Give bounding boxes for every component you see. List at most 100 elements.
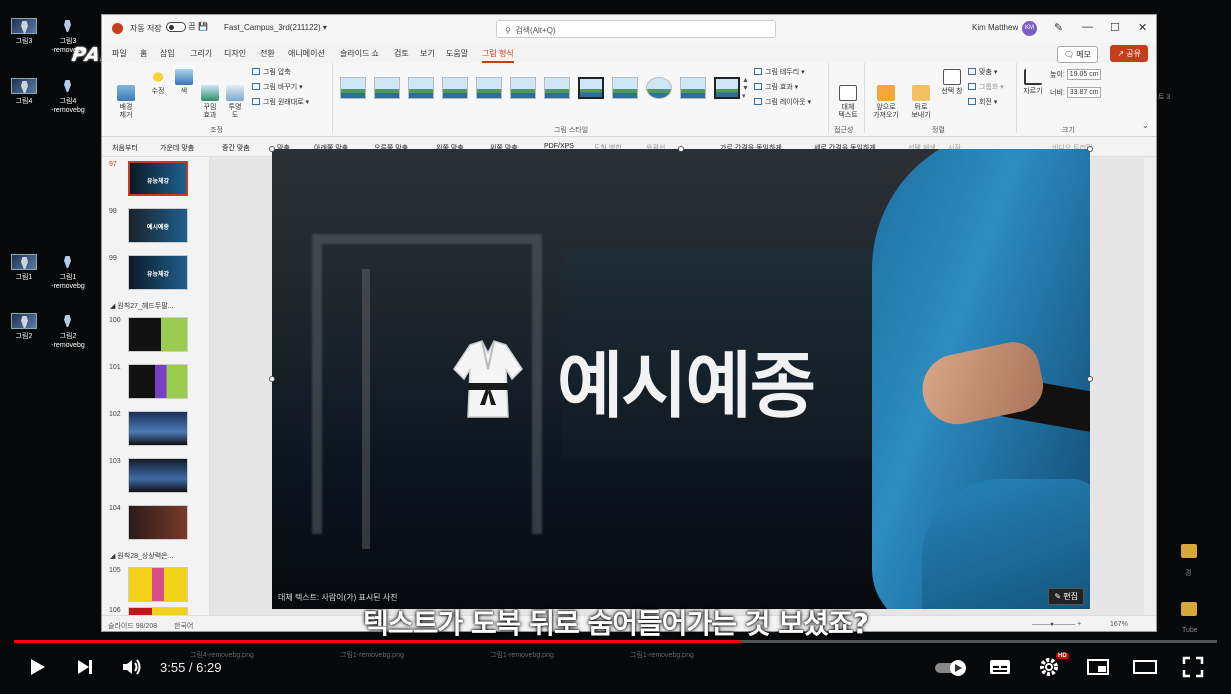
picture-border-button[interactable]: 그림 테두리 ▾	[754, 67, 805, 77]
selection-pane-button[interactable]: 선택 창	[938, 69, 966, 96]
compress-pictures-button[interactable]: 그림 압축	[252, 67, 291, 77]
resize-handle[interactable]	[1087, 146, 1093, 152]
transparency-button[interactable]: 투명 도	[224, 69, 246, 128]
slide-preview-text: 유능체강	[146, 179, 170, 185]
resize-handle[interactable]	[269, 146, 275, 152]
height-field[interactable]: 높이: 19.05 cm	[1050, 69, 1101, 80]
picture-style-option[interactable]	[442, 77, 468, 99]
share-button[interactable]: ↗ 공유	[1110, 45, 1148, 62]
slide-title-text[interactable]: 예시예종	[557, 327, 816, 432]
picture-style-option[interactable]	[612, 77, 638, 99]
search-placeholder: 검색(Alt+Q)	[515, 26, 556, 35]
current-slide[interactable]: 예시예종 대체 텍스트: 사람이(가) 표시된 사진 ✎ 편집	[272, 149, 1090, 609]
background-rack-post	[362, 269, 370, 549]
qat-align-middle[interactable]: 중간 맞춤	[222, 143, 250, 153]
width-input[interactable]: 33.87 cm	[1066, 87, 1101, 98]
close-icon[interactable]: ✕	[1138, 21, 1147, 34]
height-input[interactable]: 19.05 cm	[1066, 69, 1101, 80]
alt-text-button[interactable]: 대체 텍스트	[834, 69, 862, 128]
tab-transitions[interactable]: 전환	[260, 48, 275, 59]
picture-style-option[interactable]	[340, 77, 366, 99]
picture-style-option[interactable]	[578, 77, 604, 99]
slide-number: 99	[109, 255, 117, 262]
tab-picture-format[interactable]: 그림 형식	[482, 48, 514, 63]
width-field[interactable]: 너비: 33.87 cm	[1050, 87, 1101, 98]
corrections-button[interactable]: 수정	[146, 69, 170, 96]
qat-from-beginning[interactable]: 처음부터	[112, 143, 138, 153]
tab-slideshow[interactable]: 슬라이드 쇼	[340, 48, 379, 59]
styles-gallery-scroll-icon[interactable]: ▲ ▼ ▾	[742, 77, 749, 101]
artistic-effects-button[interactable]: 꾸밈 효과	[198, 69, 222, 128]
crop-button[interactable]: 자르기	[1020, 69, 1046, 96]
button-label: 수정	[151, 88, 165, 95]
picture-layout-button[interactable]: 그림 레이아웃 ▾	[754, 97, 811, 107]
vertical-scrollbar[interactable]	[1144, 157, 1156, 615]
theater-mode-icon[interactable]	[1132, 656, 1158, 678]
resize-handle[interactable]	[678, 146, 684, 152]
change-picture-button[interactable]: 그림 바꾸기 ▾	[252, 82, 303, 92]
group-button[interactable]: 그룹화 ▾	[968, 82, 1004, 92]
picture-style-option[interactable]	[374, 77, 400, 99]
fullscreen-icon[interactable]	[1182, 656, 1204, 678]
reset-picture-button[interactable]: 그림 원래대로 ▾	[252, 97, 309, 107]
subtitles-icon[interactable]	[988, 656, 1012, 678]
send-backward-button[interactable]: 뒤로 보내기	[906, 69, 936, 128]
next-icon[interactable]	[74, 656, 96, 678]
miniplayer-icon[interactable]	[1086, 656, 1110, 678]
play-icon[interactable]	[26, 656, 48, 678]
picture-style-option[interactable]	[714, 77, 740, 99]
tab-design[interactable]: 디자인	[224, 48, 246, 59]
document-title[interactable]: Fast_Campus_3rd(211122) ▾	[224, 23, 327, 32]
tab-insert[interactable]: 삽입	[160, 48, 175, 59]
remove-background-button[interactable]: 배경 제거	[112, 69, 140, 128]
maximize-icon[interactable]: ☐	[1110, 21, 1120, 34]
autosave-toggle[interactable]: 끔	[166, 21, 196, 32]
crop-icon	[1024, 69, 1042, 85]
desktop-icon[interactable]: 그림4 -removebg	[38, 78, 98, 115]
tab-help[interactable]: 도움말	[446, 48, 468, 59]
bring-forward-button[interactable]: 앞으로 가져오기	[868, 69, 904, 128]
image-file-icon	[55, 254, 81, 270]
picture-style-option[interactable]	[544, 77, 570, 99]
width-label: 너비:	[1050, 89, 1065, 97]
section-header[interactable]: ◢ 원칙28_상상력은...	[110, 551, 173, 561]
autoplay-toggle-icon[interactable]	[934, 658, 968, 678]
button-label: 그림 테두리	[765, 69, 800, 76]
resize-handle[interactable]	[1087, 376, 1093, 382]
title-bar: 자동 저장 끔 💾 Fast_Campus_3rd(211122) ▾ ⚲ 검색…	[102, 15, 1156, 43]
section-header[interactable]: ◢ 원칙27_헤드두팔...	[110, 301, 173, 311]
avatar[interactable]: KM	[1022, 21, 1037, 36]
resize-handle[interactable]	[269, 376, 275, 382]
search-input[interactable]: ⚲ 검색(Alt+Q)	[496, 20, 776, 38]
align-button[interactable]: 맞춤 ▾	[968, 67, 997, 77]
alt-text-icon	[839, 85, 857, 101]
tab-draw[interactable]: 그리기	[190, 48, 212, 59]
picture-style-option[interactable]	[510, 77, 536, 99]
pen-icon[interactable]: ✎	[1054, 21, 1063, 34]
picture-effects-button[interactable]: 그림 효과 ▾	[754, 82, 798, 92]
button-label: 뒤로 보내기	[911, 104, 931, 119]
tab-review[interactable]: 검토	[394, 48, 409, 59]
save-icon[interactable]: 💾	[198, 22, 208, 31]
desktop-icon[interactable]: 그림2 -removebg	[38, 313, 98, 350]
minimize-icon[interactable]: —	[1082, 21, 1093, 33]
tab-view[interactable]: 보기	[420, 48, 435, 59]
memo-label: 메모	[1076, 50, 1091, 59]
qat-align-center[interactable]: 가운데 맞춤	[160, 143, 194, 153]
volume-icon[interactable]	[120, 656, 144, 678]
section-title: 원칙27_헤드두팔...	[117, 303, 174, 310]
desktop-icon-label: 그림3	[15, 38, 33, 45]
settings-gear-icon[interactable]	[1038, 656, 1060, 678]
picture-style-option[interactable]	[646, 77, 672, 99]
tab-file[interactable]: 파일	[112, 48, 127, 59]
tab-home[interactable]: 홈	[140, 48, 147, 59]
picture-style-option[interactable]	[408, 77, 434, 99]
picture-style-option[interactable]	[476, 77, 502, 99]
collapse-ribbon-icon[interactable]: ⌄	[1142, 121, 1149, 130]
color-button[interactable]: 색	[172, 69, 196, 96]
tab-animations[interactable]: 애니메이션	[288, 48, 325, 59]
rotate-button[interactable]: 회전 ▾	[968, 97, 997, 107]
memo-button[interactable]: 🗨 메모	[1056, 46, 1098, 63]
desktop-icon[interactable]: 그림1 -removebg	[38, 254, 98, 291]
picture-style-option[interactable]	[680, 77, 706, 99]
